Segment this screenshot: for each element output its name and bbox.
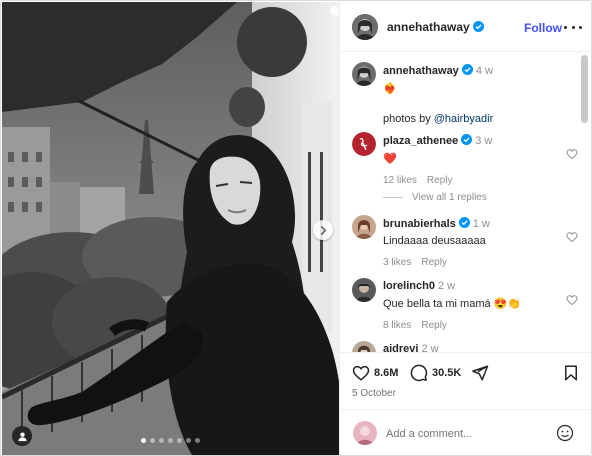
- commenter-avatar[interactable]: [352, 132, 376, 156]
- comment-time[interactable]: 2 w: [421, 343, 438, 352]
- verified-badge-icon: [458, 217, 470, 228]
- carousel-dot: [195, 438, 200, 443]
- reply-button[interactable]: Reply: [427, 175, 453, 186]
- post-actions: 8.6M 30.5K 5 October: [340, 352, 591, 455]
- reply-button[interactable]: Reply: [421, 257, 447, 268]
- avatar-image: [352, 13, 378, 40]
- comment-text: Lindaaaa deusaaaaa: [383, 235, 486, 247]
- more-options-icon[interactable]: [564, 18, 582, 36]
- tagged-people-button[interactable]: [12, 426, 32, 446]
- chevron-right-icon: [320, 225, 326, 235]
- comment-username[interactable]: brunabierhals: [383, 218, 456, 230]
- comment-time[interactable]: 1 w: [473, 218, 490, 230]
- heart-icon: [352, 365, 370, 381]
- add-comment-bar: [340, 409, 591, 455]
- carousel-dot: [141, 438, 146, 443]
- comment-likes[interactable]: 12 likes: [383, 175, 417, 186]
- author-username[interactable]: annehathaway: [387, 20, 470, 34]
- bookmark-icon: [565, 365, 577, 381]
- comment-likes[interactable]: 3 likes: [383, 257, 411, 268]
- likes-count: 8.6M: [374, 367, 399, 379]
- like-comment-heart-icon[interactable]: [566, 148, 578, 160]
- comment-bubble-icon: [410, 364, 428, 382]
- comment-username[interactable]: plaza_athenee: [383, 135, 458, 147]
- author-avatar[interactable]: [352, 62, 376, 86]
- comments-count: 30.5K: [432, 367, 462, 379]
- follow-button[interactable]: Follow: [524, 21, 562, 35]
- post-dialog: annehathaway Follow annehathaway 4 w ❤️‍🔥: [0, 0, 592, 456]
- comments-list[interactable]: annehathaway 4 w ❤️‍🔥 photos by @hairbyad…: [340, 53, 591, 352]
- carousel-dots: [2, 438, 339, 443]
- verified-badge-icon: [461, 64, 473, 75]
- commenter-avatar[interactable]: [352, 278, 376, 302]
- carousel-dot: [159, 438, 164, 443]
- verified-badge-icon: [472, 21, 484, 32]
- caption-text: photos by: [383, 113, 434, 125]
- save-action[interactable]: [562, 363, 580, 383]
- like-comment-heart-icon[interactable]: [566, 294, 578, 306]
- carousel-dot: [186, 438, 191, 443]
- comment-text: Que bella ta mi mamá 😍👏: [383, 298, 522, 310]
- emoji-smiley-icon[interactable]: [556, 424, 574, 442]
- like-comment-heart-icon[interactable]: [566, 231, 578, 243]
- carousel-dot: [177, 438, 182, 443]
- reply-button[interactable]: Reply: [421, 320, 447, 331]
- comment-likes[interactable]: 8 likes: [383, 320, 411, 331]
- share-action[interactable]: [471, 363, 489, 383]
- comment-username[interactable]: aidrevi: [383, 343, 418, 352]
- like-action[interactable]: 8.6M: [352, 363, 398, 383]
- carousel-dot: [150, 438, 155, 443]
- verified-badge-icon: [461, 134, 473, 145]
- view-replies-button[interactable]: View all 1 replies: [383, 192, 487, 203]
- media-indicator: [330, 6, 339, 16]
- view-replies-label: View all 1 replies: [412, 192, 487, 203]
- post-side-panel: annehathaway Follow annehathaway 4 w ❤️‍🔥: [339, 2, 591, 455]
- post-date[interactable]: 5 October: [352, 388, 396, 399]
- comments-scrollbar[interactable]: [581, 55, 588, 123]
- post-photo[interactable]: [2, 2, 339, 455]
- comment-action[interactable]: 30.5K: [410, 363, 461, 383]
- caption-username[interactable]: annehathaway: [383, 65, 459, 77]
- current-user-avatar: [353, 421, 377, 445]
- commenter-avatar[interactable]: [352, 341, 376, 352]
- next-photo-button[interactable]: [313, 220, 333, 240]
- post-header: annehathaway Follow: [340, 2, 591, 52]
- comment-time[interactable]: 3 w: [475, 135, 492, 147]
- caption-mention-link[interactable]: @hairbyadir: [434, 113, 493, 125]
- comment-text: ❤️: [383, 153, 397, 165]
- comment-time[interactable]: 2 w: [438, 280, 455, 292]
- add-comment-input[interactable]: [386, 425, 546, 443]
- caption-body: annehathaway 4 w ❤️‍🔥 photos by @hairbyad…: [383, 64, 571, 125]
- carousel-dot: [168, 438, 173, 443]
- balcony-photo: [2, 2, 339, 455]
- caption-time[interactable]: 4 w: [476, 65, 493, 77]
- author-avatar[interactable]: [352, 13, 378, 40]
- paper-plane-icon: [472, 365, 489, 381]
- comment-username[interactable]: lorelinch0: [383, 280, 435, 292]
- commenter-avatar[interactable]: [352, 215, 376, 239]
- caption-emoji: ❤️‍🔥: [383, 83, 397, 95]
- reply-divider: [383, 197, 403, 198]
